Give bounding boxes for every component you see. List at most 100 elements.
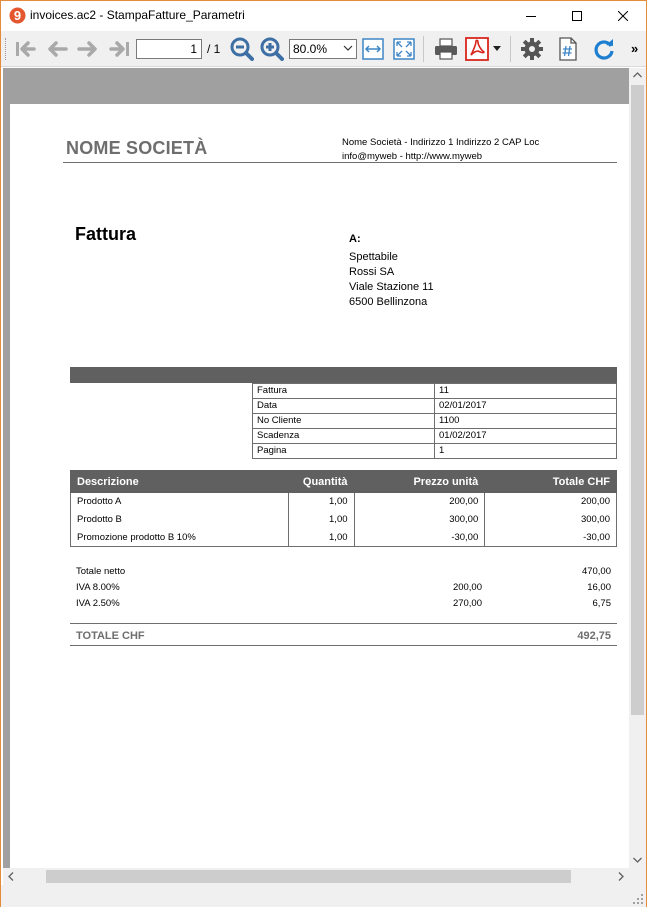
totals-base: 200,00 (452, 582, 482, 593)
fit-width-button[interactable] (360, 37, 386, 61)
print-button[interactable] (433, 37, 459, 61)
info-value: 01/02/2017 (434, 428, 617, 444)
recipient-address: A: Spettabile Rossi SA Viale Stazione 11… (349, 232, 434, 310)
info-key: Pagina (252, 443, 435, 459)
scroll-down-icon[interactable] (633, 857, 642, 863)
close-icon (618, 11, 628, 21)
zoom-out-button[interactable] (229, 37, 255, 61)
settings-button[interactable] (519, 37, 545, 61)
maximize-icon (572, 11, 582, 21)
line-items-table: Descrizione Quantità Prezzo unità Totale… (70, 470, 617, 547)
invoice-info-table: Fattura 11 Data 02/01/2017 No Cliente 1100 … (252, 383, 617, 459)
info-key: Fattura (252, 383, 435, 399)
next-page-button[interactable] (75, 37, 101, 61)
grand-total-row: TOTALE CHF 492,75 (70, 630, 617, 644)
page-number-button[interactable] (555, 37, 581, 61)
horizontal-scroll-thumb[interactable] (46, 870, 571, 883)
address-line: Viale Stazione 11 (349, 281, 434, 293)
last-page-button[interactable] (106, 37, 132, 61)
scroll-right-icon[interactable] (618, 872, 624, 881)
totals-label: Totale netto (76, 566, 126, 577)
pdf-dropdown-button[interactable] (490, 37, 504, 61)
next-page-icon (77, 41, 97, 57)
scroll-up-icon[interactable] (633, 72, 642, 78)
info-row: No Cliente 1100 (252, 413, 617, 429)
refresh-button[interactable] (591, 37, 617, 61)
totals-row: IVA 8.00% 200,00 16,00 (70, 580, 617, 596)
zoom-in-button[interactable] (259, 37, 285, 61)
info-key: Scadenza (252, 428, 435, 444)
vertical-scrollbar[interactable] (629, 68, 646, 868)
window-title: invoices.ac2 - StampaFatture_Parametri (30, 8, 245, 22)
item-quantity: 1,00 (287, 510, 355, 529)
first-page-button[interactable] (13, 37, 39, 61)
totals-label: IVA 2.50% (76, 598, 120, 609)
settings-icon (521, 38, 543, 60)
toolbar-separator (510, 36, 511, 62)
page-number-input[interactable]: 1 (136, 39, 202, 59)
info-value: 1100 (434, 413, 617, 429)
item-quantity: 1,00 (287, 492, 355, 511)
app-window: 9 invoices.ac2 - StampaFatture_Parametri (0, 0, 647, 907)
info-row: Data 02/01/2017 (252, 398, 617, 414)
grand-total-top-rule (70, 623, 617, 624)
horizontal-scrollbar[interactable] (3, 868, 629, 885)
fit-page-icon (393, 38, 415, 60)
column-header: Quantità (287, 470, 355, 493)
table-row: Promozione prodotto B 10% 1,00 -30,00 -3… (70, 528, 617, 547)
invoice-page: NOME SOCIETÀ Nome Società - Indirizzo 1 … (10, 104, 629, 868)
minimize-button[interactable] (508, 1, 554, 31)
item-total: -30,00 (484, 528, 617, 547)
scroll-left-icon[interactable] (8, 872, 14, 881)
address-line: Rossi SA (349, 266, 395, 278)
totals-row: IVA 2.50% 270,00 6,75 (70, 596, 617, 612)
item-unit-price: 200,00 (353, 492, 486, 511)
item-quantity: 1,00 (287, 528, 355, 547)
info-row: Scadenza 01/02/2017 (252, 428, 617, 444)
fit-page-button[interactable] (391, 37, 417, 61)
maximize-button[interactable] (554, 1, 600, 31)
print-preview-area[interactable]: NOME SOCIETÀ Nome Società - Indirizzo 1 … (3, 68, 629, 868)
totals-row: Totale netto 470,00 (70, 564, 617, 580)
item-description: Prodotto B (70, 510, 289, 529)
totals-section: Totale netto 470,00 IVA 8.00% 200,00 16,… (70, 564, 617, 612)
svg-text:9: 9 (14, 8, 21, 23)
pdf-dropdown-icon (493, 46, 501, 51)
previous-page-button[interactable] (44, 37, 70, 61)
toolbar-grip[interactable] (5, 38, 9, 60)
info-row: Fattura 11 (252, 383, 617, 399)
title-bar: 9 invoices.ac2 - StampaFatture_Parametri (1, 1, 646, 31)
page-number-icon (559, 37, 577, 61)
pdf-export-button[interactable] (464, 37, 490, 61)
fit-width-icon (362, 38, 384, 60)
zoom-in-icon (260, 37, 284, 61)
column-header: Prezzo unità (353, 470, 486, 493)
item-total: 300,00 (484, 510, 617, 529)
scrollbar-corner (629, 868, 646, 885)
address-line: Spettabile (349, 251, 398, 263)
toolbar-overflow-button[interactable]: » (631, 41, 638, 56)
page-total-label: / 1 (207, 42, 221, 56)
company-address-line: Nome Società - Indirizzo 1 Indirizzo 2 C… (342, 137, 540, 148)
item-description: Prodotto A (70, 492, 289, 511)
grand-total-label: TOTALE CHF (76, 630, 145, 642)
toolbar: 1 / 1 80.0% » (1, 31, 646, 67)
item-total: 200,00 (484, 492, 617, 511)
chevron-down-icon (343, 45, 353, 51)
close-button[interactable] (600, 1, 646, 31)
table-row: Prodotto B 1,00 300,00 300,00 (70, 510, 617, 529)
item-description: Promozione prodotto B 10% (70, 528, 289, 547)
app-logo-icon: 9 (9, 7, 26, 24)
info-row: Pagina 1 (252, 443, 617, 459)
vertical-scroll-thumb[interactable] (631, 85, 644, 715)
zoom-select[interactable]: 80.0% (289, 39, 357, 59)
table-header-row: Descrizione Quantità Prezzo unità Totale… (70, 470, 617, 493)
resize-grip-icon[interactable] (633, 894, 643, 904)
totals-value: 6,75 (592, 598, 612, 609)
column-header: Descrizione (70, 470, 289, 493)
info-key: No Cliente (252, 413, 435, 429)
print-icon (435, 38, 457, 60)
previous-page-icon (48, 41, 68, 57)
info-header-bar (70, 367, 617, 383)
address-line: 6500 Bellinzona (349, 296, 428, 308)
